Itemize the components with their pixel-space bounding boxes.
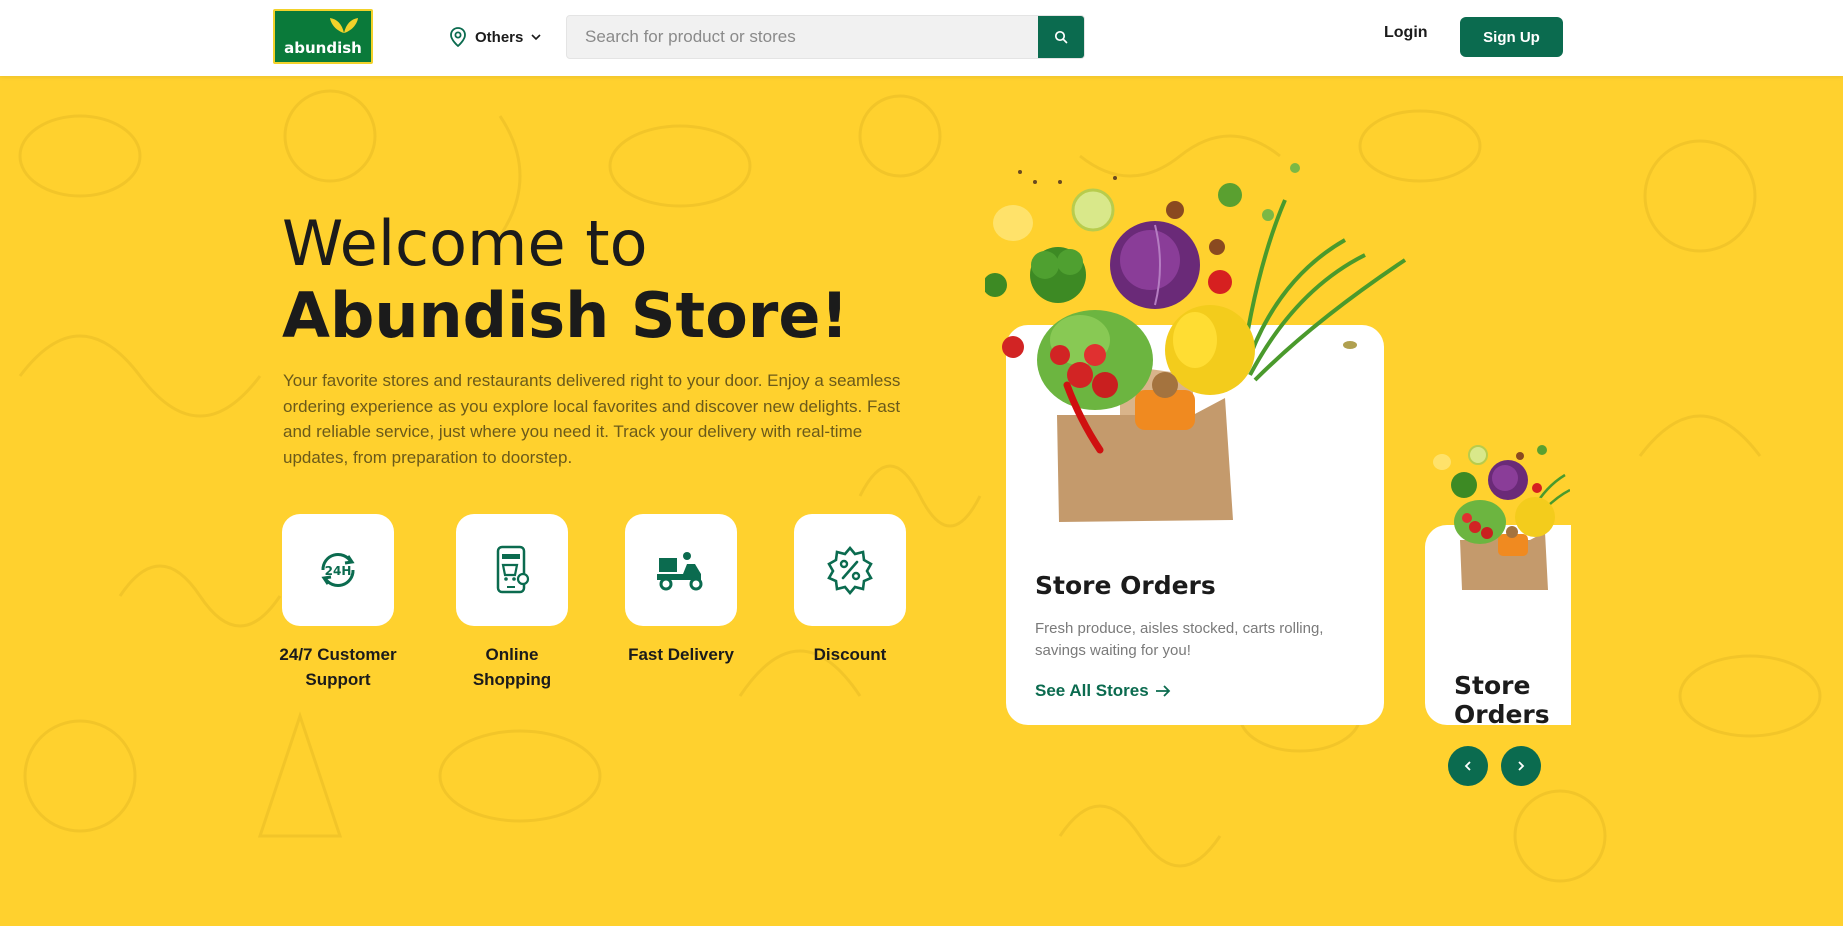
feature-icon-box [625,514,737,626]
abundish-logo[interactable]: abundish [273,9,373,64]
store-cards-carousel: Store Orders Fresh produce, aisles stock… [985,160,1571,810]
carousel-prev-button[interactable] [1448,746,1488,786]
feature-icon-box [794,514,906,626]
feature-online-shopping: Online Shopping [450,514,574,692]
support-24h-icon: 24H [321,552,355,588]
feature-label: Fast Delivery [628,645,734,664]
chevron-right-icon [1518,761,1525,771]
search-button[interactable] [1038,16,1084,58]
grocery-bag-image [985,163,1407,522]
site-header: abundish Others Login Sign Up [0,0,1843,76]
feature-support: 24H 24/7 Customer Support [276,514,400,692]
online-shopping-icon [496,545,530,594]
card-title: Store Orders [1454,671,1550,729]
search-icon [1054,30,1068,44]
feature-discount: Discount [788,514,912,667]
feature-label: Discount [813,645,887,664]
discount-badge-icon [827,545,873,595]
search-bar [566,15,1085,59]
carousel-next-button[interactable] [1501,746,1541,786]
location-selector[interactable]: Others [449,26,541,48]
search-input[interactable] [567,16,1038,58]
login-button[interactable]: Login [1384,24,1428,42]
location-pin-icon [450,27,466,47]
delivery-scooter-icon [657,552,703,591]
chevron-left-icon [1464,761,1471,771]
card-title: Store Orders [1035,571,1216,600]
signup-button[interactable]: Sign Up [1460,17,1563,57]
leaf-icon [330,18,358,33]
feature-label: Online Shopping [472,645,552,689]
card-description: Fresh produce, aisles stocked, carts rol… [1035,620,1324,659]
see-all-stores-link[interactable]: See All Stores [1035,681,1171,701]
feature-fast-delivery: Fast Delivery [619,514,743,667]
svg-text:24H: 24H [325,564,352,578]
feature-label: 24/7 Customer Support [279,645,397,689]
location-label: Others [475,28,524,46]
grocery-bag-image-small [1433,445,1570,590]
feature-icon-box: 24H [282,514,394,626]
feature-icon-box [456,514,568,626]
chevron-down-icon [531,34,541,41]
hero-description: Your favorite stores and restaurants del… [283,371,901,467]
see-all-stores-label: See All Stores [1035,681,1149,700]
hero-title-line2: Abundish Store! [282,279,849,352]
arrow-right-icon [1155,685,1170,697]
logo-text: abundish [284,39,362,57]
hero-title-line1: Welcome to [282,207,648,280]
hero-title: Welcome to Abundish Store! [282,208,849,352]
